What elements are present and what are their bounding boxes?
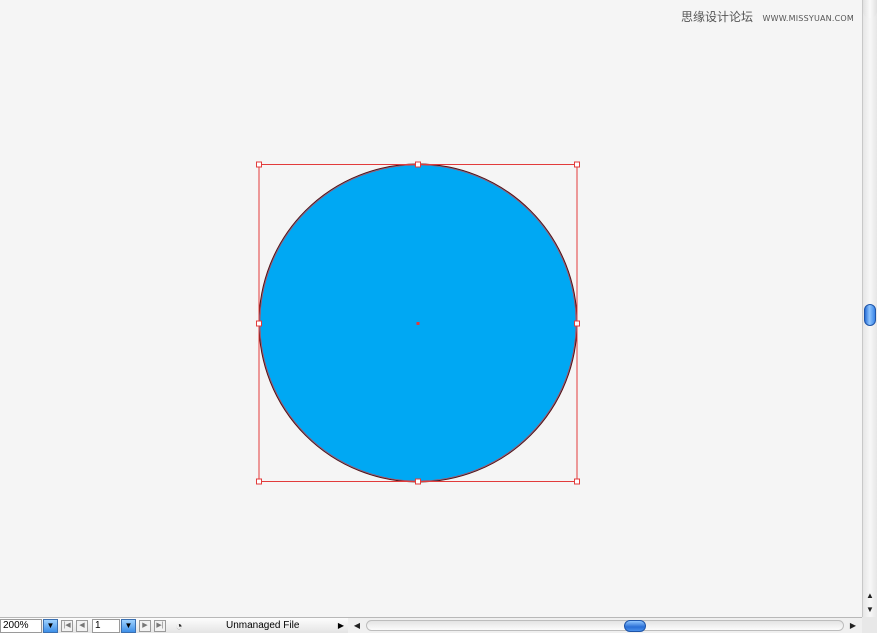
handle-top-left[interactable] [256, 161, 262, 168]
next-page-button[interactable]: ▶ [139, 620, 151, 632]
zoom-level-field[interactable]: 200% [0, 619, 42, 633]
status-bar: 200% ▼ |◀ ◀ 1 ▼ ▶ ▶| ◔ Unmanaged File ▶ … [0, 617, 877, 633]
previous-page-button[interactable]: ◀ [76, 620, 88, 632]
page-number-field[interactable]: 1 [92, 619, 120, 633]
handle-middle-right[interactable] [574, 320, 580, 327]
status-text: Unmanaged File [226, 620, 300, 631]
chevron-down-icon: ▼ [46, 621, 55, 630]
scroll-right-arrow-icon[interactable]: ▶ [846, 618, 860, 633]
last-page-icon: ▶| [156, 622, 164, 629]
vertical-scroll-thumb[interactable] [864, 304, 876, 326]
page-dropdown-button[interactable]: ▼ [121, 619, 136, 633]
vertical-scroll-track-top [863, 0, 877, 18]
last-page-button[interactable]: ▶| [154, 620, 166, 632]
first-page-icon: |◀ [63, 622, 71, 629]
chevron-down-icon: ▼ [124, 621, 133, 630]
first-page-button[interactable]: |◀ [61, 620, 73, 632]
handle-bottom-center[interactable] [415, 478, 421, 485]
horizontal-scroll-track[interactable] [366, 620, 844, 631]
triangle-right-icon[interactable]: ▶ [336, 619, 346, 633]
horizontal-scrollbar[interactable]: ◀ ▶ [348, 618, 862, 633]
document-canvas[interactable]: 思缘设计论坛 WWW.MISSYUAN.COM [0, 0, 862, 617]
scroll-up-arrow-icon[interactable]: ▲ [863, 589, 877, 602]
previous-page-icon: ◀ [79, 622, 85, 629]
handle-bottom-left[interactable] [256, 478, 262, 485]
document-status-icon[interactable]: ◔ [172, 619, 186, 633]
artwork [256, 161, 580, 485]
handle-bottom-right[interactable] [574, 478, 580, 485]
vertical-scrollbar[interactable]: ▲ ▼ [862, 0, 877, 617]
center-point [416, 322, 420, 325]
handle-middle-left[interactable] [256, 320, 262, 327]
next-page-icon: ▶ [142, 622, 148, 629]
handle-top-center[interactable] [415, 161, 421, 168]
scroll-down-arrow-icon[interactable]: ▼ [863, 603, 877, 616]
handle-top-right[interactable] [574, 161, 580, 168]
zoom-dropdown-button[interactable]: ▼ [43, 619, 58, 633]
scroll-left-arrow-icon[interactable]: ◀ [350, 618, 364, 633]
scrollbar-corner [862, 617, 877, 633]
horizontal-scroll-thumb[interactable] [624, 620, 646, 632]
